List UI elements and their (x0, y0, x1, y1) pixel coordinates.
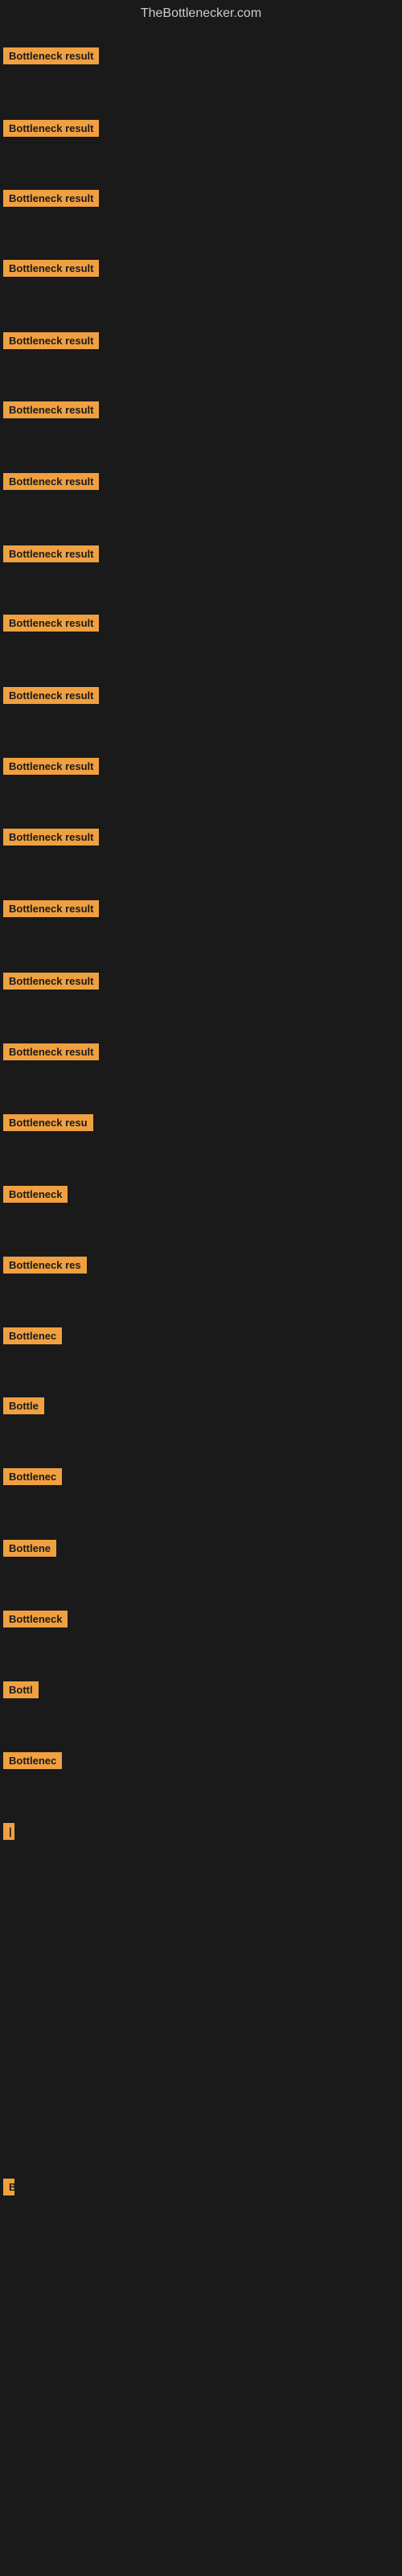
bottleneck-item-4: Bottleneck result (3, 260, 99, 281)
bottleneck-badge: Bottleneck result (3, 758, 99, 775)
bottleneck-item-1: Bottleneck result (3, 47, 99, 68)
bottleneck-badge: Bottleneck result (3, 332, 99, 349)
bottleneck-badge: Bottl (3, 1681, 39, 1698)
bottleneck-badge: Bottleneck result (3, 260, 99, 277)
bottleneck-item-17: Bottleneck (3, 1186, 68, 1207)
bottleneck-item-22: Bottlene (3, 1540, 56, 1561)
bottleneck-item-5: Bottleneck result (3, 332, 99, 353)
bottleneck-badge: Bottleneck result (3, 973, 99, 990)
bottleneck-item-20: Bottle (3, 1397, 44, 1418)
bottleneck-item-14: Bottleneck result (3, 973, 99, 994)
bottleneck-badge: Bottleneck result (3, 545, 99, 562)
bottleneck-item-12: Bottleneck result (3, 829, 99, 850)
bottleneck-item-13: Bottleneck result (3, 900, 99, 921)
bottleneck-item-9: Bottleneck result (3, 615, 99, 636)
bottleneck-item-25: Bottlenec (3, 1752, 62, 1773)
bottleneck-badge: Bottleneck result (3, 687, 99, 704)
bottleneck-badge: B (3, 2179, 14, 2195)
bottleneck-badge: Bottlenec (3, 1468, 62, 1485)
bottleneck-badge: Bottleneck result (3, 473, 99, 490)
bottleneck-item-18: Bottleneck res (3, 1257, 87, 1278)
bottleneck-item-26: | (3, 1823, 14, 1844)
bottleneck-badge: Bottleneck result (3, 401, 99, 418)
bottleneck-badge: Bottleneck result (3, 120, 99, 137)
bottleneck-badge: Bottleneck res (3, 1257, 87, 1274)
bottleneck-item-23: Bottleneck (3, 1611, 68, 1632)
bottleneck-item-24: Bottl (3, 1681, 39, 1702)
bottleneck-item-27: B (3, 2179, 14, 2199)
bottleneck-badge: Bottleneck result (3, 615, 99, 632)
bottleneck-item-2: Bottleneck result (3, 120, 99, 141)
bottleneck-badge: Bottleneck result (3, 47, 99, 64)
bottleneck-badge: Bottleneck result (3, 829, 99, 846)
bottleneck-item-8: Bottleneck result (3, 545, 99, 566)
bottleneck-badge: Bottlenec (3, 1327, 62, 1344)
items-container: Bottleneck result Bottleneck result Bottle… (0, 27, 402, 2576)
bottleneck-badge: Bottleneck result (3, 900, 99, 917)
bottleneck-item-6: Bottleneck result (3, 401, 99, 422)
bottleneck-badge: Bottle (3, 1397, 44, 1414)
bottleneck-badge: Bottleneck (3, 1186, 68, 1203)
bottleneck-item-11: Bottleneck result (3, 758, 99, 779)
bottleneck-badge: | (3, 1823, 14, 1840)
bottleneck-badge: Bottleneck resu (3, 1114, 93, 1131)
bottleneck-item-10: Bottleneck result (3, 687, 99, 708)
bottleneck-item-21: Bottlenec (3, 1468, 62, 1489)
bottleneck-item-3: Bottleneck result (3, 190, 99, 211)
bottleneck-badge: Bottlenec (3, 1752, 62, 1769)
bottleneck-badge: Bottleneck result (3, 190, 99, 207)
bottleneck-badge: Bottleneck (3, 1611, 68, 1627)
bottleneck-item-16: Bottleneck resu (3, 1114, 93, 1135)
bottleneck-badge: Bottlene (3, 1540, 56, 1557)
bottleneck-item-19: Bottlenec (3, 1327, 62, 1348)
site-title: TheBottlenecker.com (0, 0, 402, 27)
bottleneck-item-7: Bottleneck result (3, 473, 99, 494)
bottleneck-item-15: Bottleneck result (3, 1043, 99, 1064)
bottleneck-badge: Bottleneck result (3, 1043, 99, 1060)
